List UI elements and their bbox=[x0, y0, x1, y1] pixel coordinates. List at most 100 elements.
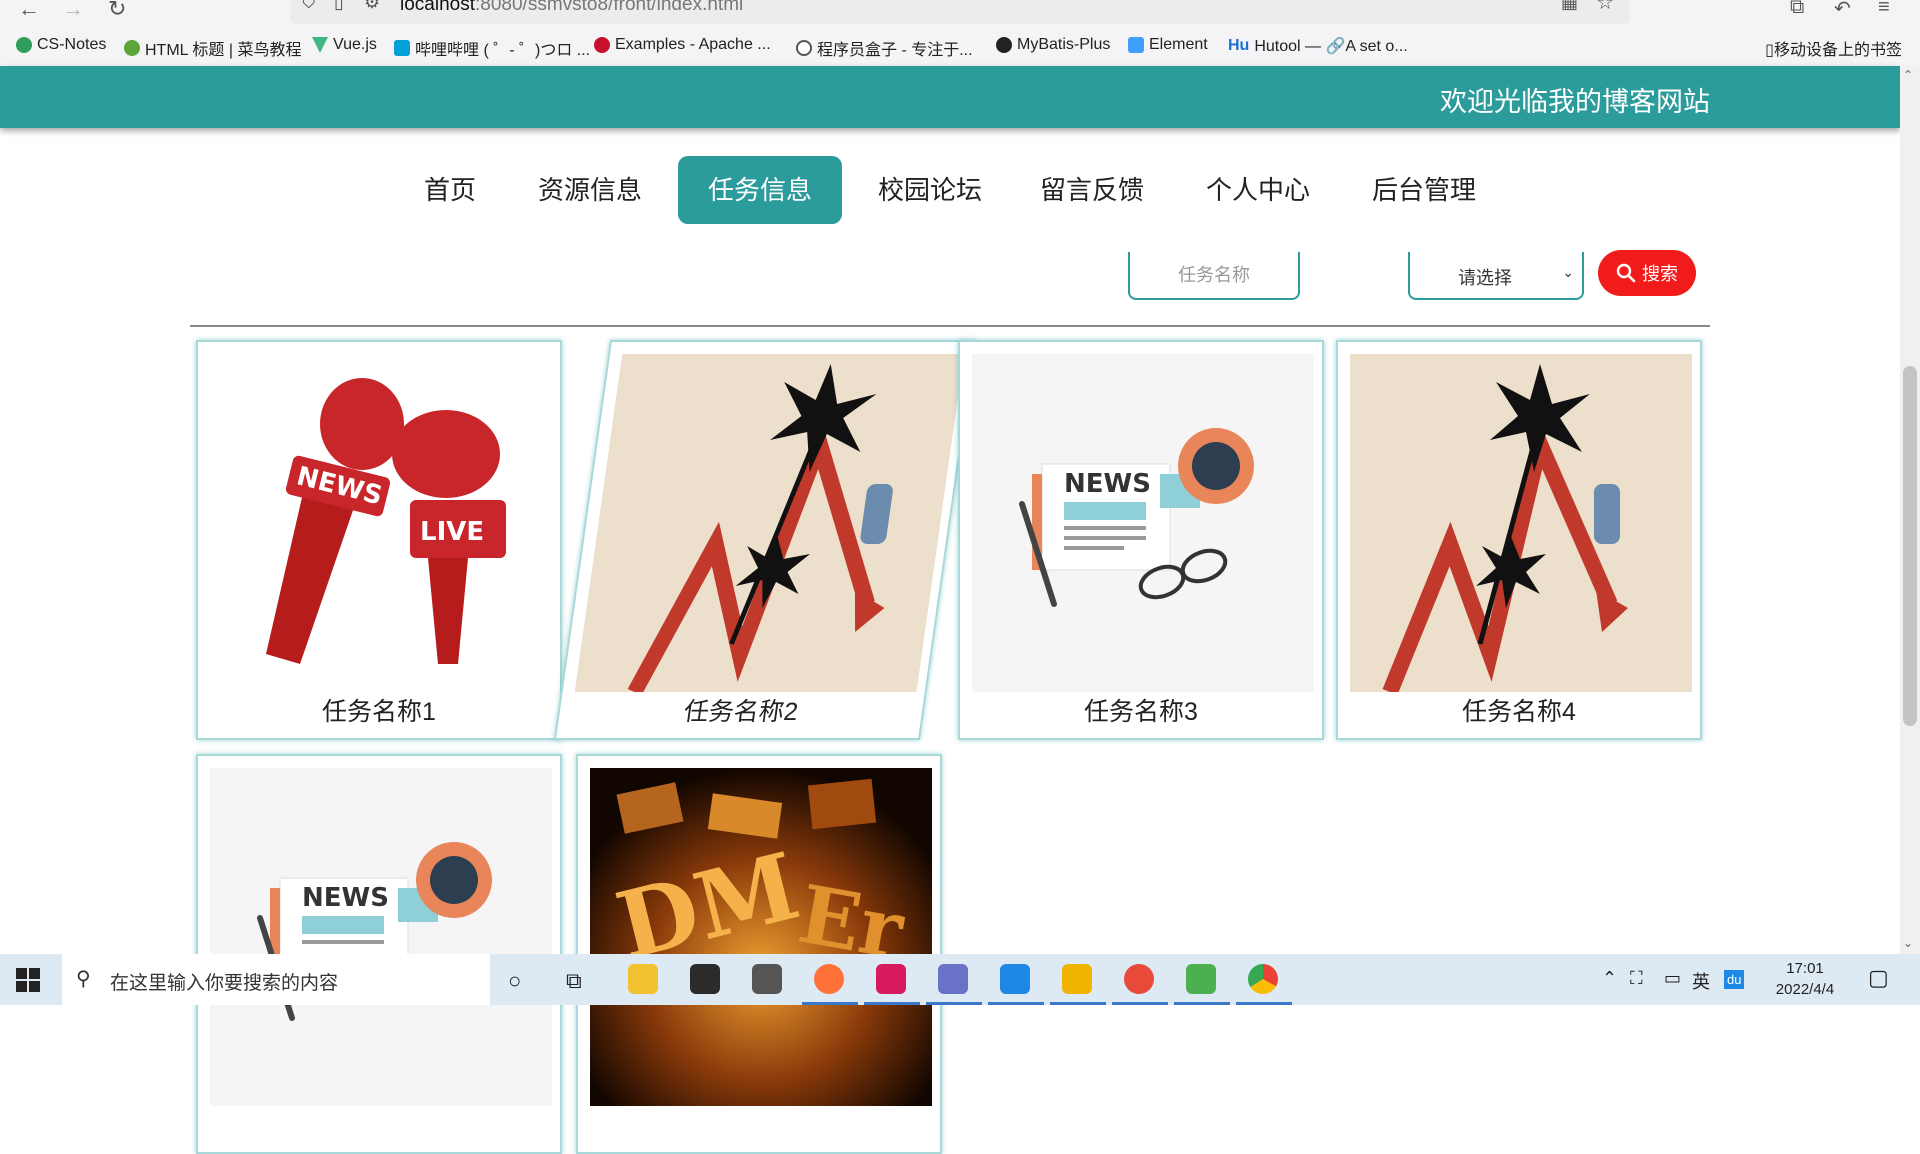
bookmark-item[interactable]: HTML 标题 | 菜鸟教程 bbox=[124, 36, 301, 60]
bookmark-label: 程序员盒子 - 专注于... bbox=[817, 42, 973, 59]
search-button[interactable]: 搜索 bbox=[1598, 250, 1696, 296]
type-select[interactable]: 请选择 ⌄ bbox=[1408, 252, 1584, 300]
windows-start-icon[interactable] bbox=[16, 968, 40, 992]
card-title: 任务名称3 bbox=[1084, 698, 1198, 726]
mobile-bookmarks[interactable]: ▯移动设备上的书签 bbox=[1765, 36, 1902, 60]
task-name-search-input[interactable] bbox=[1128, 252, 1300, 300]
task-card[interactable]: 任务名称2 bbox=[553, 340, 977, 740]
mobile-bookmarks-label: 移动设备上的书签 bbox=[1773, 42, 1902, 59]
task-card[interactable]: 任务名称4 bbox=[1336, 340, 1702, 740]
url-text: localhost:8080/ssmvsto8/front/index.html bbox=[400, 0, 743, 16]
taskbar-search-placeholder: 在这里输入你要搜索的内容 bbox=[110, 973, 339, 994]
bookmark-label: HTML 标题 | 菜鸟教程 bbox=[145, 42, 302, 59]
store-icon[interactable] bbox=[690, 964, 720, 994]
chevron-down-icon: ⌄ bbox=[1562, 264, 1574, 280]
reload-icon[interactable]: ↻ bbox=[108, 0, 126, 22]
taskbar-search[interactable]: ⚲ 在这里输入你要搜索的内容 bbox=[62, 954, 490, 1005]
nav-item-admin[interactable]: 后台管理 bbox=[1364, 156, 1484, 224]
menu-icon[interactable]: ≡ bbox=[1878, 0, 1890, 19]
mobile-device-icon: ▯ bbox=[1765, 42, 1774, 59]
scroll-thumb[interactable] bbox=[1903, 366, 1917, 726]
bookmark-item[interactable]: Examples - Apache ... bbox=[594, 36, 771, 54]
network-icon[interactable]: ⛶ bbox=[1630, 968, 1643, 989]
browser-toolbar: ← → ↻ ⛉ ▯ ⚙ localhost:8080/ssmvsto8/fron… bbox=[0, 0, 1920, 24]
nav-item-profile[interactable]: 个人中心 bbox=[1198, 156, 1318, 224]
task-view-icon[interactable]: ⧉ bbox=[566, 968, 582, 994]
bookmark-item[interactable]: MyBatis-Plus bbox=[996, 36, 1110, 54]
bookmarks-bar: CS-Notes HTML 标题 | 菜鸟教程 Vue.js 哔哩哔哩 ( ゜-… bbox=[0, 24, 1920, 67]
card-title: 任务名称2 bbox=[681, 698, 800, 726]
crash-chart-icon bbox=[574, 354, 965, 692]
bookmark-item[interactable]: CS-Notes bbox=[16, 36, 106, 54]
card-image: DM Er bbox=[590, 768, 932, 1106]
chevron-up-icon[interactable]: ⌃ bbox=[1602, 968, 1617, 989]
svg-text:NEWS: NEWS bbox=[302, 883, 389, 913]
url-host: localhost bbox=[400, 0, 475, 15]
bookmark-item[interactable]: Hu Hutool — 🔗A set o... bbox=[1228, 36, 1408, 56]
nav-item-tasks[interactable]: 任务信息 bbox=[678, 156, 842, 224]
site-title: 欢迎光临我的博客网站 bbox=[1440, 87, 1710, 117]
back-icon[interactable]: ← bbox=[18, 0, 40, 22]
baidu-icon[interactable]: du bbox=[1724, 970, 1745, 989]
globe-icon bbox=[796, 40, 812, 56]
ime-icon[interactable]: 英 bbox=[1692, 968, 1710, 994]
chrome-icon[interactable] bbox=[1248, 964, 1278, 994]
nav-item-home[interactable]: 首页 bbox=[410, 156, 490, 224]
undo-icon[interactable]: ↶ bbox=[1834, 0, 1851, 21]
address-bar[interactable]: ⛉ ▯ ⚙ localhost:8080/ssmvsto8/front/inde… bbox=[290, 0, 1630, 24]
notification-icon[interactable]: ▢ bbox=[1868, 965, 1889, 991]
element-logo-icon bbox=[1128, 37, 1144, 53]
page-icon: ▯ bbox=[334, 0, 344, 12]
task-card[interactable]: NEWS LIVE 任务名称1 bbox=[196, 340, 562, 740]
search-button-label: 搜索 bbox=[1642, 264, 1678, 284]
nav-item-forum[interactable]: 校园论坛 bbox=[870, 156, 990, 224]
card-image bbox=[1350, 354, 1692, 692]
forward-icon[interactable]: → bbox=[62, 0, 84, 22]
notepad-app-icon[interactable] bbox=[1062, 964, 1092, 994]
scroll-down-icon[interactable]: ⌄ bbox=[1903, 936, 1913, 950]
nav-item-feedback[interactable]: 留言反馈 bbox=[1032, 156, 1152, 224]
bilibili-tv-icon bbox=[394, 40, 410, 56]
task-card[interactable]: NEWS 任务名称3 bbox=[958, 340, 1324, 740]
svg-text:LIVE: LIVE bbox=[420, 517, 484, 547]
bookmark-item[interactable]: Element bbox=[1128, 36, 1208, 54]
snail-app-icon[interactable] bbox=[1124, 964, 1154, 994]
dolphin-app-icon[interactable] bbox=[938, 964, 968, 994]
content-divider bbox=[190, 325, 1710, 327]
image-editor-icon[interactable] bbox=[1186, 964, 1216, 994]
nav-item-resources[interactable]: 资源信息 bbox=[530, 156, 650, 224]
windows-taskbar: ⚲ 在这里输入你要搜索的内容 ○ ⧉ ⌃ ⛶ ▭ 英 du 17:01 2022… bbox=[0, 954, 1920, 1005]
vue-logo-icon bbox=[312, 37, 328, 53]
star-icon[interactable]: ☆ bbox=[1596, 0, 1614, 15]
vscode-icon[interactable] bbox=[1000, 964, 1030, 994]
crash-chart-icon bbox=[1350, 354, 1692, 692]
scroll-up-icon[interactable]: ⌃ bbox=[1903, 68, 1913, 82]
hutool-logo-icon: Hu bbox=[1228, 37, 1250, 54]
bookmark-item[interactable]: Vue.js bbox=[312, 36, 377, 54]
clock-date: 2022/4/4 bbox=[1775, 981, 1835, 998]
search-icon: ⚲ bbox=[76, 968, 91, 990]
firefox-icon[interactable] bbox=[814, 964, 844, 994]
bookmark-favicon-icon bbox=[16, 37, 32, 53]
bookmark-favicon-icon bbox=[124, 40, 140, 56]
bookmark-item[interactable]: 哔哩哔哩 ( ゜- ゜)つロ ... bbox=[394, 36, 590, 60]
card-image: NEWS bbox=[972, 354, 1314, 692]
card-title: 任务名称4 bbox=[1462, 698, 1576, 726]
system-clock[interactable]: 17:01 2022/4/4 bbox=[1770, 958, 1840, 1000]
card-image bbox=[574, 354, 965, 692]
extensions-icon[interactable]: ⧉ bbox=[1790, 0, 1804, 19]
shield-icon: ⛉ bbox=[302, 0, 316, 12]
monitor-icon[interactable]: ▭ bbox=[1664, 968, 1681, 989]
card-image: NEWS bbox=[210, 768, 552, 1106]
cortana-icon[interactable]: ○ bbox=[508, 968, 521, 994]
url-path: :8080/ssmvsto8/front/index.html bbox=[475, 0, 744, 15]
mail-icon[interactable] bbox=[752, 964, 782, 994]
file-explorer-icon[interactable] bbox=[628, 964, 658, 994]
page-scrollbar[interactable]: ⌃ ⌄ bbox=[1900, 66, 1920, 954]
bookmark-item[interactable]: 程序员盒子 - 专注于... bbox=[796, 36, 973, 60]
intellij-icon[interactable] bbox=[876, 964, 906, 994]
bookmark-label: Element bbox=[1149, 36, 1208, 53]
permissions-icon[interactable]: ⚙ bbox=[364, 0, 380, 13]
apache-logo-icon bbox=[594, 37, 610, 53]
qr-code-icon[interactable]: ▦ bbox=[1561, 0, 1578, 13]
